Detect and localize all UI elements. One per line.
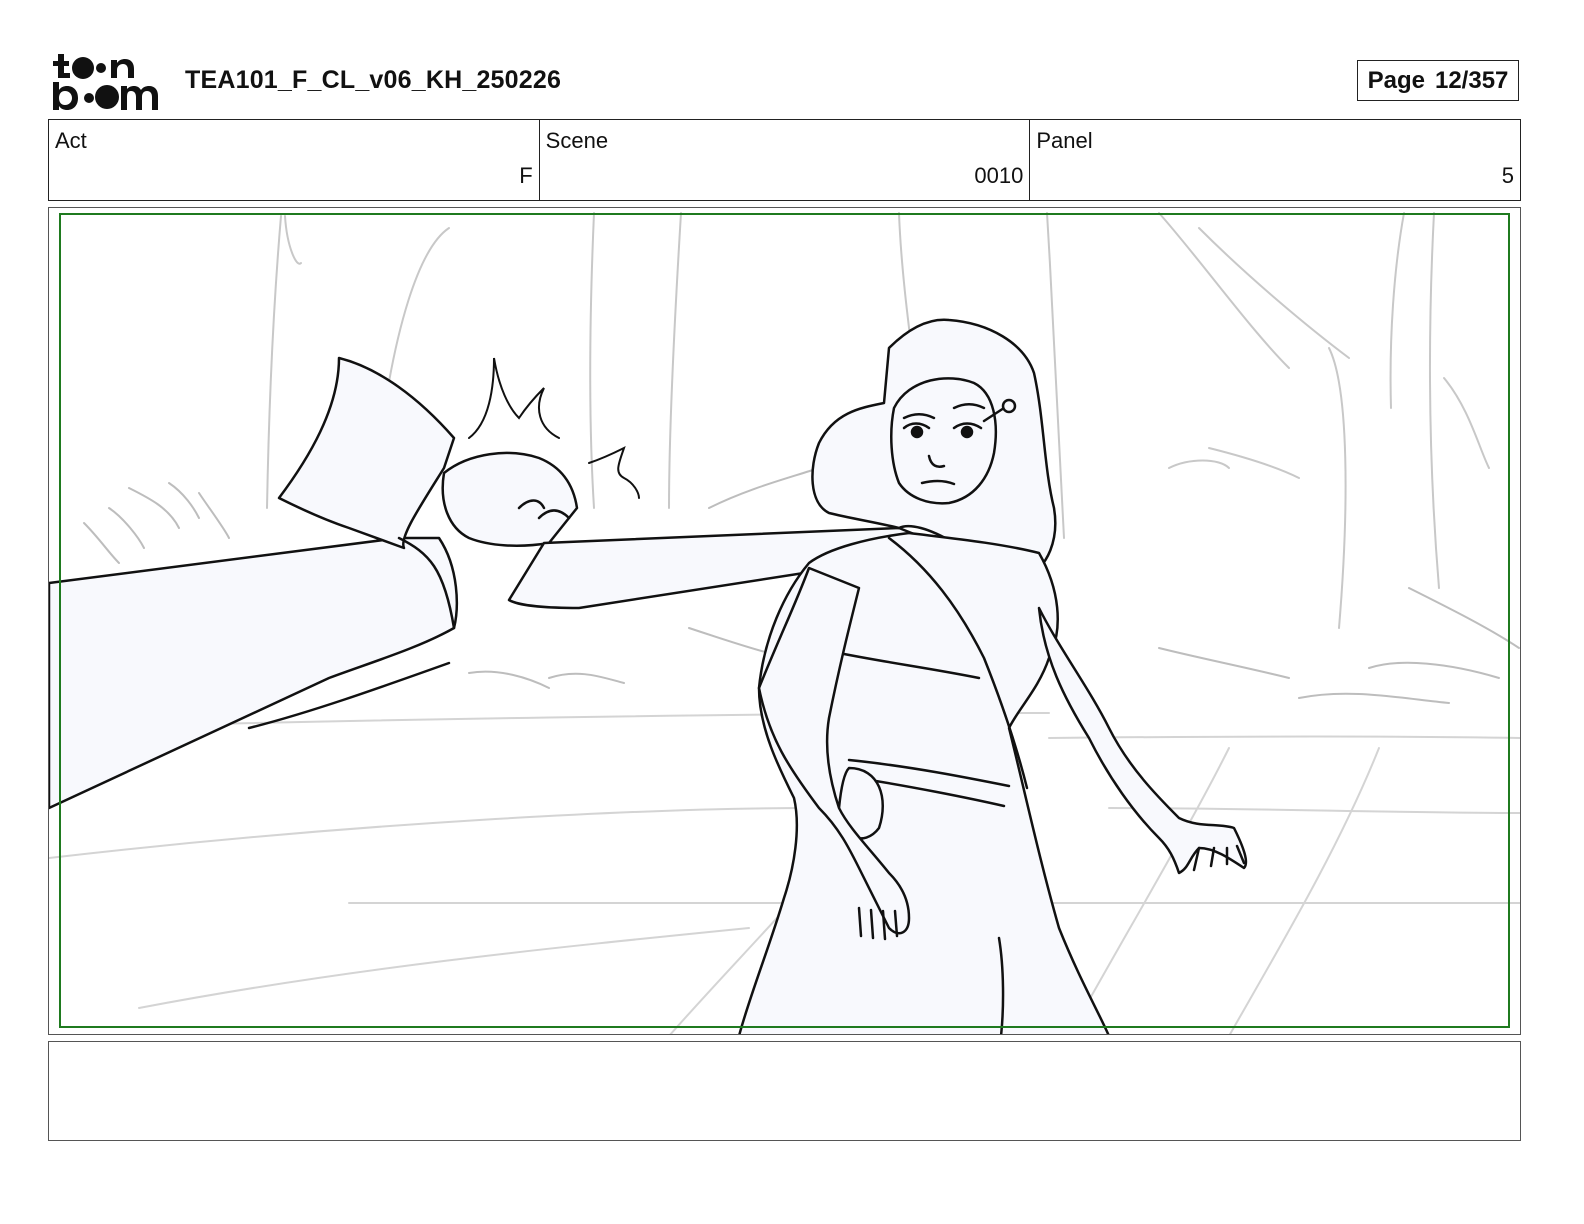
storyboard-panel [48,207,1521,1035]
panel-sketch [49,212,1520,1034]
notes-area [48,1041,1521,1141]
act-label: Act [55,128,87,153]
act-cell: Act F [49,120,540,200]
scene-label: Scene [545,128,609,153]
page-indicator: Page 12/357 [1357,60,1519,101]
page-label: Page [1367,66,1425,94]
panel-value: 5 [1501,163,1515,188]
scene-value: 0010 [974,163,1024,188]
toonboom-logo-mark [53,54,158,110]
panel-label: Panel [1036,128,1093,153]
panel-cell: Panel 5 [1030,120,1520,200]
act-value: F [519,163,533,188]
page-number: 12/357 [1434,66,1509,94]
woman-figure [738,318,1248,1034]
toonboom-logo [52,52,164,112]
shot-info-row: Act F Scene 0010 Panel 5 [48,119,1521,201]
scene-cell: Scene 0010 [540,120,1031,200]
document-title: TEA101_F_CL_v06_KH_250226 [185,66,562,94]
